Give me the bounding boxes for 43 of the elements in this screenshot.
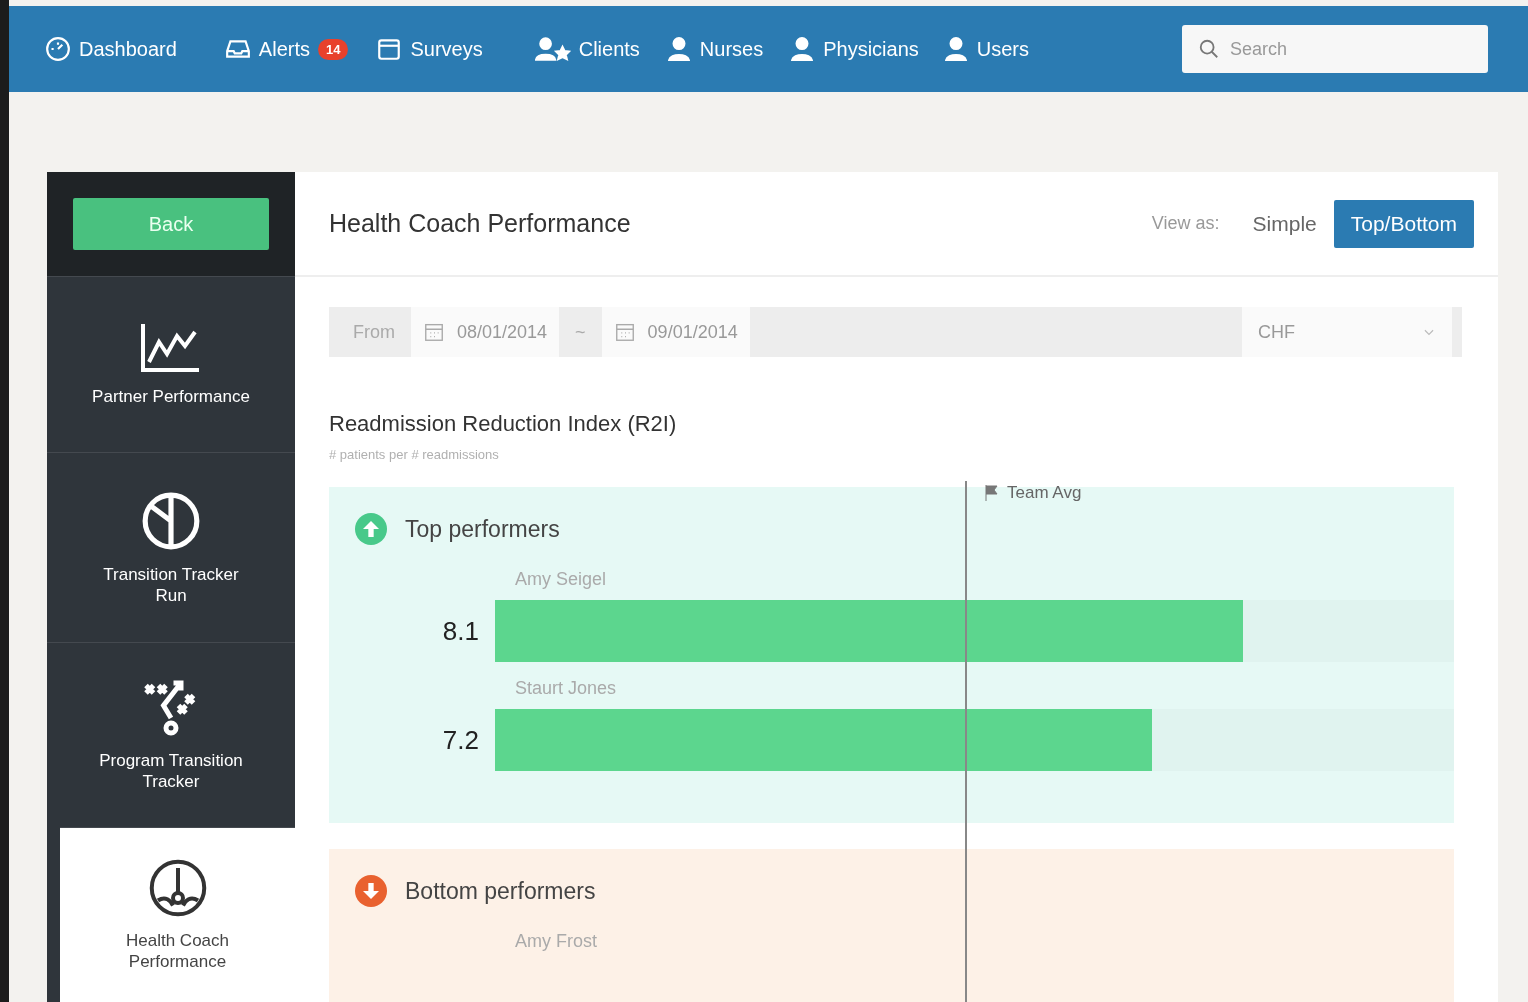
nav-link[interactable]: Physicians: [789, 36, 919, 62]
person-icon: [665, 36, 692, 62]
view-toggle[interactable]: Simple: [1235, 199, 1334, 248]
group-title: Bottom performers: [405, 877, 596, 905]
date-field[interactable]: 09/01/2014: [601, 307, 750, 357]
arrow-down-icon: [355, 875, 387, 907]
dashboard-icon: [45, 36, 71, 62]
score-value: 7.2: [441, 724, 480, 756]
team-average-label: Team Avg: [985, 483, 1082, 503]
from-label: From: [353, 321, 395, 343]
nav-link[interactable]: Users: [942, 36, 1030, 62]
users-star-icon: [534, 36, 571, 62]
sidebar-item[interactable]: Health Coach Performance: [60, 827, 295, 1002]
nav-link[interactable]: Dashboard: [45, 36, 177, 62]
search-input[interactable]: Search: [1230, 25, 1470, 73]
calendar-icon: [613, 321, 636, 343]
nav-link[interactable]: Alerts 14: [224, 36, 349, 62]
person-icon: [789, 36, 816, 62]
view-as-label: View as:: [1151, 213, 1220, 234]
range-separator: ~: [575, 321, 586, 343]
metric-subtitle: # patients per # readmissions: [329, 447, 500, 464]
date-field[interactable]: 08/01/2014: [411, 307, 560, 357]
group-title: Top performers: [405, 515, 560, 543]
metric-title: Readmission Reduction Index (R2I): [329, 411, 678, 437]
score-value: 8.1: [441, 615, 480, 647]
performer-name: Amy Seigel: [515, 569, 608, 590]
nav-link[interactable]: Nurses: [665, 36, 764, 62]
gauge-icon: [147, 858, 208, 918]
calendar-icon: [423, 321, 445, 343]
performer-name: Staurt Jones: [515, 678, 618, 699]
view-toggle[interactable]: Top/Bottom: [1333, 199, 1474, 248]
calendar-icon: [376, 36, 403, 62]
person-icon: [942, 36, 969, 62]
nav-link[interactable]: Clients: [534, 36, 640, 62]
performer-name: Amy Frost: [515, 931, 598, 952]
condition-dropdown[interactable]: CHF: [1242, 307, 1452, 357]
alert-count-badge: 14: [317, 38, 349, 60]
page-title: Health Coach Performance: [329, 209, 631, 238]
nav-link[interactable]: Surveys: [376, 36, 483, 62]
search-field[interactable]: Search: [1182, 25, 1488, 73]
flag-icon: [985, 485, 999, 501]
search-icon: [1198, 38, 1220, 60]
arrow-up-icon: [355, 513, 387, 545]
